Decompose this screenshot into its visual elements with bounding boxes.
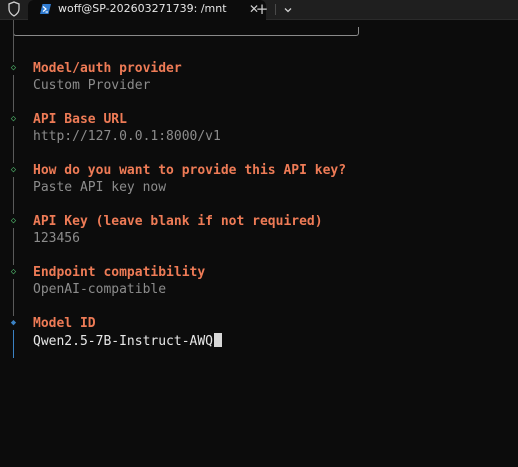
- step-done-marker-icon: ◇: [10, 165, 17, 175]
- model-id-input-text: Qwen2.5-7B-Instruct-AWQ: [33, 334, 214, 349]
- model-id-input[interactable]: Qwen2.5-7B-Instruct-AWQ: [33, 333, 223, 350]
- shield-button[interactable]: [0, 0, 28, 19]
- step-rail: [13, 279, 14, 316]
- step-active-marker-icon: ◆: [10, 318, 17, 328]
- step-rail: [13, 228, 14, 265]
- text-cursor: [214, 333, 223, 347]
- tab-title: woff@SP-202603271739: /mnt: [58, 2, 227, 15]
- step-rail: [13, 177, 14, 214]
- chevron-down-icon: [284, 8, 292, 13]
- step-label: API Key (leave blank if not required): [33, 214, 323, 229]
- step-value: http://127.0.0.1:8000/v1: [33, 129, 221, 144]
- step-rail: [13, 75, 14, 112]
- tab-divider: [275, 4, 276, 15]
- active-step-rail: [13, 330, 14, 358]
- step-label: API Base URL: [33, 112, 127, 127]
- step-label: Model/auth provider: [33, 61, 182, 76]
- step-done-marker-icon: ◇: [10, 216, 17, 226]
- step-value: 123456: [33, 231, 80, 246]
- step-done-marker-icon: ◇: [10, 114, 17, 124]
- powershell-icon: [40, 4, 51, 14]
- step-rail: [13, 126, 14, 163]
- title-bar: woff@SP-202603271739: /mnt ✕ +: [0, 0, 518, 20]
- step-label: How do you want to provide this API key?: [33, 163, 347, 178]
- step-value: Custom Provider: [33, 78, 151, 93]
- tab-dropdown-button[interactable]: [280, 2, 296, 18]
- step-label: Endpoint compatibility: [33, 265, 206, 280]
- step-value: OpenAI-compatible: [33, 282, 167, 297]
- shield-icon: [8, 1, 20, 17]
- step-rail: [13, 20, 14, 62]
- step-done-marker-icon: ◇: [10, 267, 17, 277]
- step-done-marker-icon: ◇: [10, 63, 17, 73]
- terminal-tab[interactable]: woff@SP-202603271739: /mnt ✕: [28, 0, 266, 20]
- step-label: Model ID: [33, 316, 96, 331]
- step-value: Paste API key now: [33, 180, 167, 195]
- new-tab-button[interactable]: +: [252, 0, 272, 19]
- terminal-output[interactable]: ◇ Model/auth provider Custom Provider ◇ …: [0, 20, 518, 467]
- box-bottom-border: [13, 27, 359, 36]
